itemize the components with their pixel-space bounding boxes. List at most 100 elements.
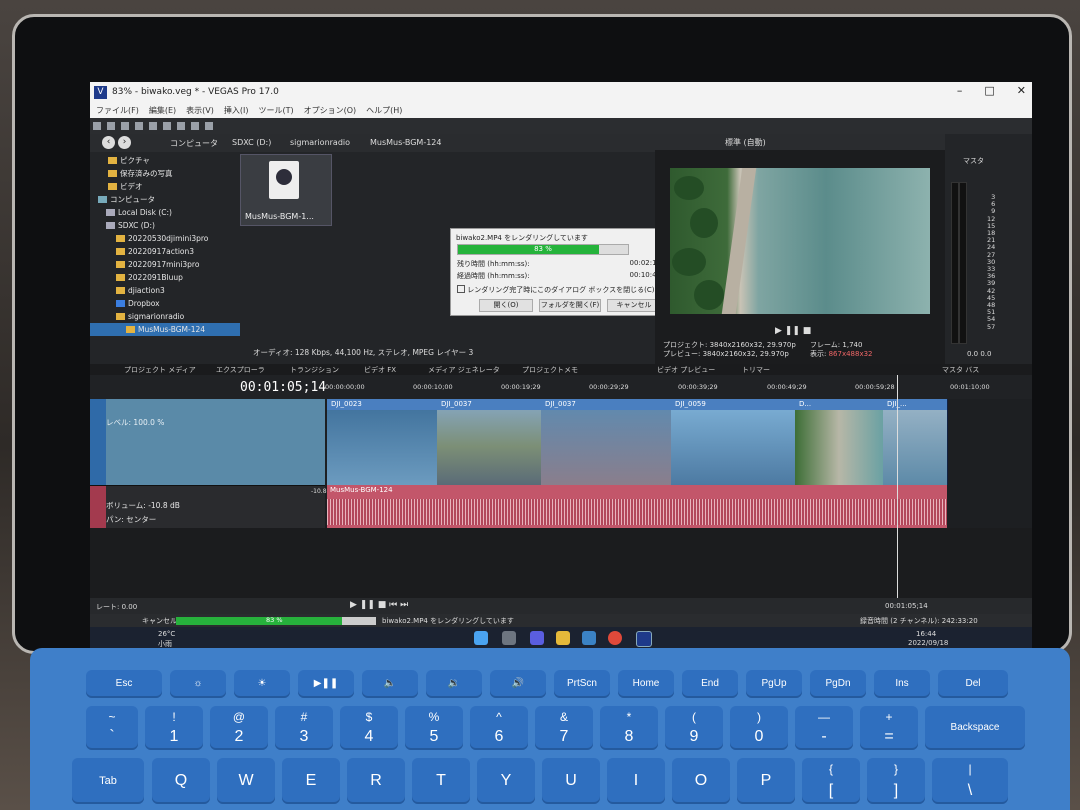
store-icon[interactable] <box>582 631 596 645</box>
video-track-header[interactable]: レベル: 100.0 % <box>90 399 325 485</box>
path-drive[interactable]: SDXC (D:) <box>232 138 271 147</box>
weather-temp[interactable]: 26°C <box>158 630 175 638</box>
play-icon[interactable]: ▶ <box>350 600 357 610</box>
tree-item[interactable]: 20220530djimini3pro <box>90 232 240 245</box>
video-clip[interactable]: DJI_... <box>883 399 948 485</box>
menu-options[interactable]: オプション(O) <box>304 104 357 118</box>
key-f6[interactable]: 🔊 <box>490 670 546 698</box>
key-f4[interactable]: 🔈 <box>362 670 418 698</box>
video-clip[interactable]: D... <box>795 399 884 485</box>
vegas-taskbar-icon[interactable] <box>636 631 652 647</box>
undo-icon[interactable] <box>191 122 199 130</box>
close-icon[interactable]: ✕ <box>1017 84 1026 97</box>
tab-trimmer[interactable]: トリマー <box>742 365 770 375</box>
timeline-empty-area[interactable] <box>90 528 1032 598</box>
pause-icon[interactable]: ❚❚ <box>360 600 375 610</box>
tree-item[interactable]: 20220917mini3pro <box>90 258 240 271</box>
pause-icon[interactable]: ❚❚ <box>785 326 800 336</box>
tree-item[interactable]: djiaction3 <box>90 284 240 297</box>
tree-item[interactable]: ビデオ <box>90 180 240 193</box>
redo-icon[interactable] <box>205 122 213 130</box>
key-6[interactable]: ^ 6 <box>470 706 528 750</box>
cut-icon[interactable] <box>149 122 157 130</box>
maximize-icon[interactable]: □ <box>984 84 994 97</box>
key-f3[interactable]: ▶❚❚ <box>298 670 354 698</box>
video-clip[interactable]: DJI_0037 <box>541 399 672 485</box>
tree-item[interactable]: Dropbox <box>90 297 240 310</box>
menu-file[interactable]: ファイル(F) <box>96 104 139 118</box>
save-icon[interactable] <box>121 122 129 130</box>
tree-item[interactable]: Local Disk (C:) <box>90 206 240 219</box>
path-computer[interactable]: コンピュータ <box>170 138 218 149</box>
key-ins[interactable]: Ins <box>874 670 930 698</box>
key-e[interactable]: E <box>282 758 340 804</box>
key-pgup[interactable]: PgUp <box>746 670 802 698</box>
video-clip[interactable]: DJI_0037 <box>437 399 542 485</box>
back-icon[interactable]: ‹ <box>102 136 115 149</box>
video-clip[interactable]: DJI_0023 <box>327 399 438 485</box>
open-icon[interactable] <box>107 122 115 130</box>
close-checkbox-row[interactable]: レンダリング完了時にこのダイアログ ボックスを閉じる(C) <box>457 285 661 295</box>
key-3[interactable]: #3 <box>275 706 333 750</box>
key-backspace[interactable]: Backspace <box>925 706 1025 750</box>
properties-icon[interactable] <box>135 122 143 130</box>
key-i[interactable]: I <box>607 758 665 804</box>
key-2[interactable]: @2 <box>210 706 268 750</box>
tree-item[interactable]: 保存済みの写真 <box>90 167 240 180</box>
forward-icon[interactable]: › <box>118 136 131 149</box>
tab-explorer[interactable]: エクスプローラ <box>216 365 265 375</box>
key-home[interactable]: Home <box>618 670 674 698</box>
key-7[interactable]: & 7 <box>535 706 593 750</box>
play-icon[interactable]: ▶ <box>775 326 782 336</box>
fast-forward-icon[interactable]: ⏭ <box>400 600 408 610</box>
key-y[interactable]: Y <box>477 758 535 804</box>
key-equals[interactable]: + = <box>860 706 918 750</box>
path-subfolder[interactable]: MusMus-BGM-124 <box>370 138 442 147</box>
key-left-brace[interactable]: {[ <box>802 758 860 804</box>
key-1[interactable]: ! 1 <box>145 706 203 750</box>
file-explorer-icon[interactable] <box>556 631 570 645</box>
key-u[interactable]: U <box>542 758 600 804</box>
key-esc[interactable]: Esc <box>86 670 162 698</box>
tree-item[interactable]: ピクチャ <box>90 154 240 167</box>
tree-item[interactable]: sigmarionradio <box>90 310 240 323</box>
tab-master-bus[interactable]: マスタ バス <box>942 365 979 375</box>
chrome-icon[interactable] <box>608 631 622 645</box>
video-clip[interactable]: DJI_0059 <box>671 399 796 485</box>
open-button[interactable]: 開く(O) <box>479 299 533 312</box>
close-checkbox[interactable] <box>457 285 465 293</box>
key-del[interactable]: Del <box>938 670 1008 698</box>
key-f1[interactable]: ☼ <box>170 670 226 698</box>
key-backslash[interactable]: | \ <box>932 758 1008 804</box>
key-tilde[interactable]: ~ ` <box>86 706 138 750</box>
copy-icon[interactable] <box>163 122 171 130</box>
menu-edit[interactable]: 編集(E) <box>149 104 176 118</box>
open-folder-button[interactable]: フォルダを開く(F) <box>539 299 601 312</box>
preview-quality-dropdown[interactable]: 標準 (自動) <box>725 137 766 148</box>
task-view-icon[interactable] <box>502 631 516 645</box>
key-5[interactable]: % 5 <box>405 706 463 750</box>
rewind-icon[interactable]: ⏮ <box>389 600 397 610</box>
menu-view[interactable]: 表示(V) <box>186 104 214 118</box>
tree-item-selected[interactable]: MusMus-BGM-124 <box>90 323 240 336</box>
new-icon[interactable] <box>93 122 101 130</box>
path-folder[interactable]: sigmarionradio <box>290 138 350 147</box>
tree-item[interactable]: 2022091Bluup <box>90 271 240 284</box>
menu-insert[interactable]: 挿入(I) <box>224 104 249 118</box>
teams-icon[interactable] <box>530 631 544 645</box>
key-right-brace[interactable]: }] <box>867 758 925 804</box>
key-p[interactable]: P <box>737 758 795 804</box>
tab-video-fx[interactable]: ビデオ FX <box>364 365 396 375</box>
cancel-button[interactable]: キャンセル <box>607 299 661 312</box>
start-icon[interactable] <box>474 631 488 645</box>
tree-item[interactable]: 20220917action3 <box>90 245 240 258</box>
paste-icon[interactable] <box>177 122 185 130</box>
key-8[interactable]: * 8 <box>600 706 658 750</box>
key-o[interactable]: O <box>672 758 730 804</box>
media-file-thumbnail[interactable]: MusMus-BGM-1... <box>240 154 332 226</box>
key-w[interactable]: W <box>217 758 275 804</box>
tab-video-preview[interactable]: ビデオ プレビュー <box>657 365 715 375</box>
tab-media-generators[interactable]: メディア ジェネレータ <box>428 365 500 375</box>
key-4[interactable]: $4 <box>340 706 398 750</box>
minimize-icon[interactable]: – <box>957 84 963 97</box>
